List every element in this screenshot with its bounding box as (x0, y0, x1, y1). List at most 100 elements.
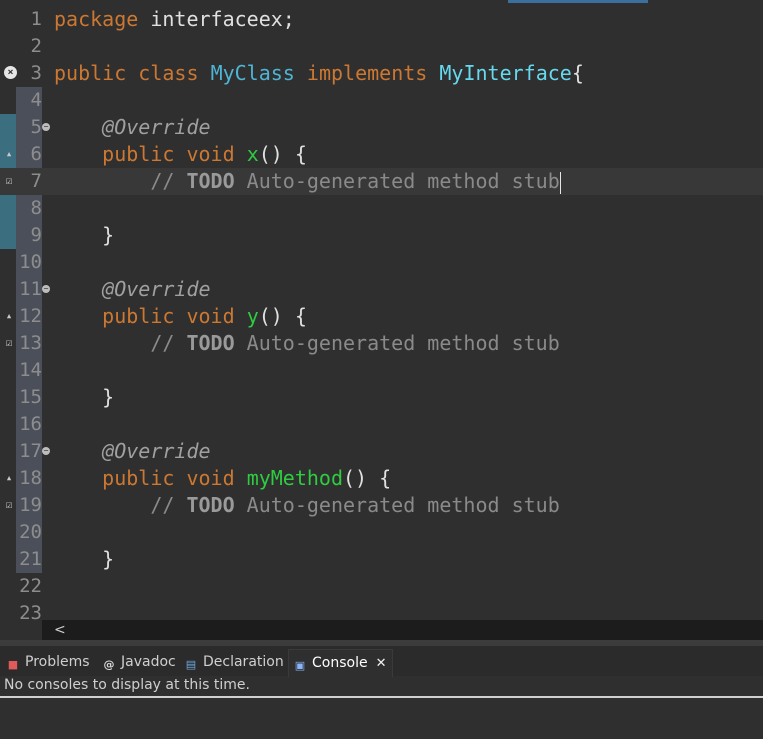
code-line[interactable]: 12 ▴ public void y() { (0, 303, 763, 330)
code-token: () { (258, 304, 307, 328)
tab-declaration-label: Declaration (203, 654, 284, 670)
line-number: 21 (19, 548, 42, 570)
code-line[interactable]: 3 × public class MyClass implements MyInte… (0, 60, 763, 87)
code-token: y (246, 304, 259, 328)
scrollbar-corner (0, 620, 42, 640)
line-number: 17 (19, 440, 42, 462)
code-line[interactable]: 5− @Override (0, 114, 763, 141)
console-icon: ▣ (294, 659, 306, 672)
line-number: 16 (19, 413, 42, 435)
line-number: 14 (19, 359, 42, 381)
code-line[interactable]: 9 } (0, 222, 763, 249)
code-token: void (186, 142, 235, 166)
code-text: @Override (54, 276, 210, 303)
fold-toggle-icon[interactable]: − (42, 123, 50, 131)
code-token: public (102, 304, 175, 328)
tab-problems-label: Problems (25, 654, 90, 670)
code-line[interactable]: 14 (0, 357, 763, 384)
override-icon[interactable]: ▴ (3, 471, 15, 485)
code-token: } (54, 547, 115, 571)
override-icon[interactable]: ▴ (3, 147, 15, 161)
code-text: // TODO Auto-generated method stub (54, 330, 560, 357)
line-number: 13 (19, 332, 42, 354)
line-number: 9 (30, 224, 42, 246)
code-token: () { (258, 142, 307, 166)
code-token: public (54, 61, 127, 85)
scroll-left-arrow-icon[interactable]: < (54, 621, 66, 639)
fold-toggle-icon[interactable]: − (42, 285, 50, 293)
tab-declaration[interactable]: ▤ Declaration (184, 650, 284, 674)
code-line[interactable]: 18 ▴ public void myMethod() { (0, 465, 763, 492)
line-number: 20 (19, 521, 42, 543)
code-line[interactable]: 13 ☑ // TODO Auto-generated method stub (0, 330, 763, 357)
code-line[interactable]: 22 (0, 573, 763, 600)
code-line[interactable]: 21 } (0, 546, 763, 573)
line-number: 4 (30, 89, 42, 111)
line-number: 6 (30, 143, 42, 165)
code-token: TODO (186, 493, 235, 517)
console-divider (0, 696, 763, 698)
fold-toggle-icon[interactable]: − (42, 447, 50, 455)
code-line[interactable]: 17− @Override (0, 438, 763, 465)
tab-console[interactable]: ▣ Console ✕ (288, 649, 394, 677)
code-line[interactable]: 6 ▴ public void x() { (0, 141, 763, 168)
task-icon[interactable]: ☑ (3, 336, 15, 350)
code-line[interactable]: 11− @Override (0, 276, 763, 303)
line-number: 15 (19, 386, 42, 408)
code-token: x (246, 142, 259, 166)
panel-tab-bar: ■ Problems @ Javadoc ▤ Declaration ▣ Console… (0, 646, 763, 677)
line-number: 7 (30, 170, 42, 192)
code-line[interactable]: 1 package interfaceex; (0, 6, 763, 33)
tab-javadoc[interactable]: @ Javadoc (102, 650, 176, 674)
code-text: package interfaceex; (54, 6, 295, 33)
code-editor[interactable]: 1 package interfaceex; 2 3 × public class MyC… (0, 4, 763, 624)
code-line[interactable]: 7 ☑ // TODO Auto-generated method stub (0, 168, 763, 195)
line-number: 2 (30, 35, 42, 57)
code-token: // (150, 331, 187, 355)
code-token: TODO (186, 331, 235, 355)
code-token: Auto-generated method stub (234, 493, 560, 517)
horizontal-scrollbar[interactable]: < (42, 620, 763, 640)
override-icon[interactable]: ▴ (3, 309, 15, 323)
bottom-panel: ■ Problems @ Javadoc ▤ Declaration ▣ Console… (0, 646, 763, 739)
code-text: // TODO Auto-generated method stub (54, 492, 560, 519)
code-line[interactable]: 16 (0, 411, 763, 438)
code-token: public (102, 466, 175, 490)
code-token: MyInterface (439, 61, 572, 85)
code-line[interactable]: 15 } (0, 384, 763, 411)
code-token: implements (306, 61, 428, 85)
code-token: } (54, 385, 115, 409)
code-line[interactable]: 10 (0, 249, 763, 276)
task-icon[interactable]: ☑ (3, 498, 15, 512)
code-line[interactable]: 2 (0, 33, 763, 60)
code-text: public class MyClass implements MyInterf… (54, 60, 584, 87)
tab-problems[interactable]: ■ Problems (6, 650, 90, 674)
code-line[interactable]: 20 (0, 519, 763, 546)
line-number: 8 (30, 197, 42, 219)
code-line[interactable]: 4 (0, 87, 763, 114)
code-line[interactable]: 19 ☑ // TODO Auto-generated method stub (0, 492, 763, 519)
javadoc-icon: @ (103, 658, 115, 671)
code-token: Auto-generated method stub (234, 331, 560, 355)
close-icon[interactable]: ✕ (376, 656, 387, 671)
code-text: public void y() { (54, 303, 307, 330)
code-token: package (54, 7, 139, 31)
code-token: MyClass (210, 61, 295, 85)
task-icon[interactable]: ☑ (3, 174, 15, 188)
error-icon[interactable]: × (4, 66, 17, 79)
console-empty-message: No consoles to display at this time. (4, 677, 250, 693)
code-token: class (138, 61, 199, 85)
code-token: void (186, 304, 235, 328)
code-line[interactable]: 8 (0, 195, 763, 222)
